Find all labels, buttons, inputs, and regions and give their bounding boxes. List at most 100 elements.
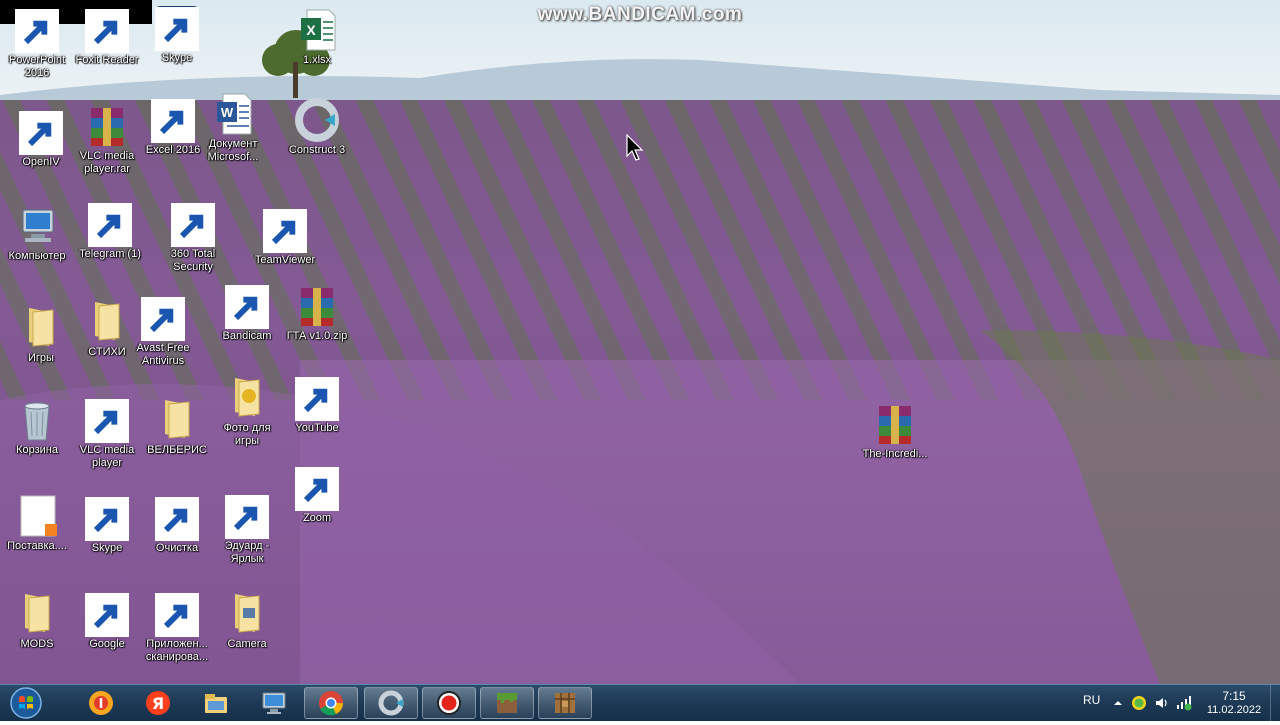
chrome-icon xyxy=(319,691,344,716)
desktop-icon-postavka[interactable]: Поставка.... xyxy=(4,494,70,553)
scanner-icon xyxy=(155,592,199,637)
mouse-cursor-icon xyxy=(626,134,644,161)
desktop-icon-skype[interactable]: S Skype xyxy=(74,496,140,555)
monitor-icon xyxy=(262,692,286,714)
youtube-icon xyxy=(295,376,339,421)
desktop-icon-label: YouTube xyxy=(295,422,339,434)
desktop-icon-360[interactable]: 360 Total Security xyxy=(160,202,226,274)
svg-text:Я: Я xyxy=(152,694,164,713)
start-button[interactable] xyxy=(6,686,46,720)
excel-icon: X xyxy=(151,98,195,143)
desktop-icon-scan[interactable]: Приложен... сканирова... xyxy=(144,592,210,664)
show-desktop-button[interactable] xyxy=(1270,685,1280,721)
taskbar-minecraft[interactable] xyxy=(480,687,534,719)
desktop-icon-label: Фото для игры xyxy=(223,422,271,447)
clock-date[interactable]: 11.02.2022 xyxy=(1200,704,1268,716)
language-indicator[interactable]: RU xyxy=(1083,693,1100,707)
desktop-icon-mods[interactable]: MODS xyxy=(4,592,70,651)
desktop-icon-vlc-rar[interactable]: VLC media player.rar xyxy=(74,104,140,176)
desktop-icon-avast[interactable]: Avast Free Antivirus xyxy=(130,296,196,368)
skype-icon: S xyxy=(85,496,129,541)
computer-icon xyxy=(15,204,59,248)
desktop-icon-camera[interactable]: Camera xyxy=(214,592,280,651)
taskbar-crafting-table[interactable] xyxy=(538,687,592,719)
desktop-icon-construct[interactable]: Construct 3 xyxy=(284,98,350,157)
broom-icon xyxy=(155,496,199,541)
folder-icon xyxy=(15,592,59,636)
desktop-icon-powerpoint[interactable]: P PowerPoint 2016 xyxy=(4,9,70,80)
desktop-icon-label: Документ Microsof... xyxy=(207,138,259,163)
taskbar-monitor[interactable] xyxy=(247,687,301,719)
clock-time[interactable]: 7:15 xyxy=(1200,689,1268,703)
desktop-icon-wildberries[interactable]: ВЕЛБЕРИС xyxy=(144,398,210,457)
desktop-icon-telegram[interactable]: Telegram (1) xyxy=(77,202,143,261)
word-doc-icon: W xyxy=(211,92,255,136)
folder-icon xyxy=(225,494,269,539)
taskbar-explorer[interactable] xyxy=(189,687,243,719)
avast-icon xyxy=(141,296,185,341)
minecraft-grass-icon xyxy=(497,693,517,713)
chrome-icon xyxy=(85,592,129,637)
desktop-icon-label: ВЕЛБЕРИС xyxy=(147,444,207,456)
desktop-icon-incredi[interactable]: The-Incredi... xyxy=(862,402,928,461)
desktop-icon-label: The-Incredi... xyxy=(862,448,928,460)
desktop-icon-skype-top[interactable]: UNO Skype xyxy=(144,6,210,65)
construct-icon xyxy=(378,690,404,716)
yandex-browser-icon xyxy=(89,691,113,715)
desktop-icon-foxit[interactable]: PDF Foxit Reader xyxy=(74,9,140,67)
desktop-icon-excel[interactable]: X Excel 2016 xyxy=(140,98,206,157)
desktop-icon-document[interactable]: W Документ Microsof... xyxy=(200,92,266,164)
desktop-icon-cleanup[interactable]: Очистка xyxy=(144,496,210,555)
taskbar-yandex-browser[interactable] xyxy=(74,687,128,719)
taskbar-bandicam[interactable] xyxy=(422,687,476,719)
desktop-icon-label: Construct 3 xyxy=(288,144,346,156)
folder-icon xyxy=(225,592,269,636)
desktop-icon-photos[interactable]: Фото для игры xyxy=(214,376,280,448)
desktop-icon-label: MODS xyxy=(20,638,54,650)
show-hidden-icons-icon[interactable] xyxy=(1110,695,1126,711)
winrar-icon xyxy=(295,284,339,328)
taskbar-chrome[interactable] xyxy=(304,687,358,719)
desktop-icon-gta[interactable]: ГТА v1.0.zip xyxy=(284,284,350,343)
desktop-icon-zoom[interactable]: Zoom xyxy=(284,466,350,525)
teamviewer-icon xyxy=(263,208,307,253)
desktop-icon-label: Корзина xyxy=(16,444,58,456)
taskbar-construct[interactable] xyxy=(364,687,418,719)
desktop-icon-bandicam[interactable]: Bandicam xyxy=(214,284,280,343)
desktop-icon-youtube[interactable]: YouTube xyxy=(284,376,350,435)
desktop-icon-eduard[interactable]: Эдуард - Ярлык xyxy=(214,494,280,566)
openiv-icon: IV xyxy=(19,110,63,155)
winrar-icon xyxy=(85,104,129,148)
construct-icon xyxy=(295,98,339,142)
explorer-folder-icon xyxy=(205,694,227,713)
network-icon[interactable] xyxy=(1176,695,1192,711)
vlc-icon xyxy=(85,398,129,443)
desktop-icon-label: Игры xyxy=(28,352,54,364)
recycle-bin-icon xyxy=(15,398,59,442)
taskbar: Я RU 7:15 11.02.2022 xyxy=(0,684,1280,721)
desktop-icon-computer[interactable]: Компьютер xyxy=(4,204,70,263)
blank-file-icon xyxy=(15,494,59,538)
taskbar-yandex[interactable]: Я xyxy=(131,687,185,719)
desktop-icon-vlc[interactable]: VLC media player xyxy=(74,398,140,470)
bandicam-watermark: www.BANDICAM.com xyxy=(537,4,743,25)
360-security-tray-icon[interactable] xyxy=(1131,695,1147,711)
svg-text:W: W xyxy=(221,105,234,120)
desktop-icon-label: Zoom xyxy=(302,512,332,524)
desktop-icon-teamviewer[interactable]: TeamViewer xyxy=(252,208,318,267)
desktop-icon-label: VLC media player.rar xyxy=(79,150,135,175)
desktop-icon-openiv[interactable]: IV OpenIV xyxy=(8,110,74,169)
desktop-icon-label: Эдуард - Ярлык xyxy=(224,540,270,565)
bandicam-icon xyxy=(437,691,461,715)
volume-icon[interactable] xyxy=(1154,695,1170,711)
desktop-icon-xlsx[interactable]: X 1.xlsx xyxy=(284,8,350,67)
desktop-icon-label: Очистка xyxy=(155,542,199,554)
desktop-icon-google[interactable]: Google xyxy=(74,592,140,651)
folder-icon xyxy=(155,398,199,442)
zoom-icon xyxy=(295,466,339,511)
desktop-icon-games[interactable]: Игры xyxy=(8,306,74,365)
desktop-icon-label: Excel 2016 xyxy=(145,144,201,156)
desktop-icon-label: Приложен... сканирова... xyxy=(145,638,209,663)
desktop-icon-recycle[interactable]: Корзина xyxy=(4,398,70,457)
yandex-icon: Я xyxy=(146,691,170,715)
